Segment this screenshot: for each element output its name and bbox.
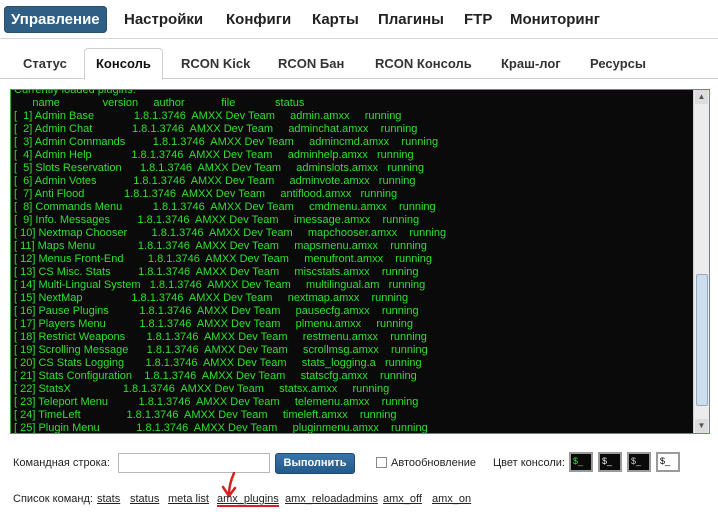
console-line: [ 7] Anti Flood 1.8.1.3746 AMXX Dev Team… [14,188,398,200]
nav-item-configs[interactable]: Конфиги [226,6,291,33]
console-line: name version author file status [14,97,305,109]
console-line: [ 20] CS Stats Logging 1.8.1.3746 AMXX D… [14,357,422,369]
console-text: Currently loaded plugins: name version a… [14,89,696,434]
console-color-white-swatch[interactable]: $_ [598,452,622,472]
execute-button[interactable]: Выполнить [275,453,355,474]
console-line: Currently loaded plugins: [14,89,136,96]
console-line: [ 16] Pause Plugins 1.8.1.3746 AMXX Dev … [14,305,419,317]
nav-item-maps[interactable]: Карты [312,6,359,33]
console-line: [ 12] Menus Front-End 1.8.1.3746 AMXX De… [14,253,432,265]
command-link-amx-plugins[interactable]: amx_plugins [217,493,279,507]
console-line: [ 4] Admin Help 1.8.1.3746 AMXX Dev Team… [14,149,414,161]
console-line: [ 17] Players Menu 1.8.1.3746 AMXX Dev T… [14,318,414,330]
command-link-meta-list[interactable]: meta list [168,493,209,505]
command-link-stats[interactable]: stats [97,493,120,505]
sub-tabs: Статус Консоль RCON Kick RCON Бан RCON К… [0,48,718,80]
console-line: [ 24] TimeLeft 1.8.1.3746 AMXX Dev Team … [14,409,397,421]
console-line: [ 15] NextMap 1.8.1.3746 AMXX Dev Team n… [14,292,409,304]
console-line: [ 3] Admin Commands 1.8.1.3746 AMXX Dev … [14,136,439,148]
command-link-amx-off[interactable]: amx_off [383,493,422,505]
console-line: [ 6] Admin Votes 1.8.1.3746 AMXX Dev Tea… [14,175,416,187]
nav-item-plugins[interactable]: Плагины [378,6,444,33]
console-line: [ 5] Slots Reservation 1.8.1.3746 AMXX D… [14,162,425,174]
command-link-status[interactable]: status [130,493,159,505]
nav-item-ftp[interactable]: FTP [464,6,492,33]
console-line: [ 13] CS Misc. Stats 1.8.1.3746 AMXX Dev… [14,266,419,278]
console-line: [ 2] Admin Chat 1.8.1.3746 AMXX Dev Team… [14,123,418,135]
console-line: [ 10] Nextmap Chooser 1.8.1.3746 AMXX De… [14,227,447,239]
console-line: [ 9] Info. Messages 1.8.1.3746 AMXX Dev … [14,214,420,226]
console-line: [ 22] StatsX 1.8.1.3746 AMXX Dev Team st… [14,383,390,395]
auto-refresh-checkbox[interactable] [376,457,387,468]
command-line-label: Командная строка: [13,457,110,469]
command-list: Список команд: stats status meta list am… [0,493,718,509]
nav-item-settings[interactable]: Настройки [124,6,203,33]
console-line: [ 14] Multi-Lingual System 1.8.1.3746 AM… [14,279,426,291]
console-line: [ 11] Maps Menu 1.8.1.3746 AMXX Dev Team… [14,240,427,252]
console-line: [ 8] Commands Menu 1.8.1.3746 AMXX Dev T… [14,201,436,213]
scroll-thumb[interactable] [696,274,708,406]
console-line: [ 1] Admin Base 1.8.1.3746 AMXX Dev Team… [14,110,402,122]
command-link-amx-reloadadmins[interactable]: amx_reloadadmins [285,493,378,505]
command-row: Командная строка: Выполнить Автообновлен… [0,452,718,476]
nav-item-management[interactable]: Управление [4,6,107,33]
console-line: [ 18] Restrict Weapons 1.8.1.3746 AMXX D… [14,331,427,343]
console-line: [ 23] Teleport Menu 1.8.1.3746 AMXX Dev … [14,396,419,408]
scroll-up-icon[interactable]: ▲ [695,90,708,104]
tab-resources[interactable]: Ресурсы [590,50,646,78]
tab-status[interactable]: Статус [23,50,67,78]
tab-rcon-kick[interactable]: RCON Kick [181,50,250,78]
command-input[interactable] [118,453,270,473]
console-line: [ 21] Stats Configuration 1.8.1.3746 AMX… [14,370,417,382]
console-color-gray-swatch[interactable]: $_ [627,452,651,472]
command-link-amx-on[interactable]: amx_on [432,493,471,505]
tab-rcon-ban[interactable]: RCON Бан [278,50,344,78]
tab-rcon-console[interactable]: RCON Консоль [375,50,472,78]
console-color-light-swatch[interactable]: $_ [656,452,680,472]
auto-refresh-label: Автообновление [391,457,477,469]
command-list-label: Список команд: [13,493,93,505]
console-output[interactable]: Currently loaded plugins: name version a… [10,89,710,434]
nav-item-monitoring[interactable]: Мониторинг [510,6,600,33]
console-color-green-swatch[interactable]: $_ [569,452,593,472]
console-line: [ 19] Scrolling Message 1.8.1.3746 AMXX … [14,344,428,356]
tab-console[interactable]: Консоль [84,48,163,80]
scroll-down-icon[interactable]: ▼ [695,419,708,433]
console-line: [ 25] Plugin Menu 1.8.1.3746 AMXX Dev Te… [14,422,428,434]
console-scrollbar[interactable]: ▲ ▼ [693,90,709,433]
top-navigation: Управление Настройки Конфиги Карты Плаги… [0,0,718,39]
console-color-label: Цвет консоли: [493,457,565,469]
tab-crash-log[interactable]: Краш-лог [501,50,561,78]
